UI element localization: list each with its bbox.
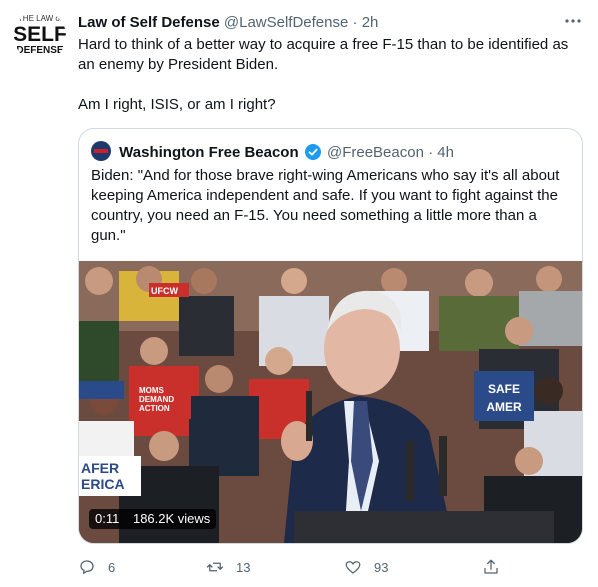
quoted-author-handle[interactable]: @FreeBeacon [327,144,424,161]
reply-button[interactable]: 6 [78,556,115,578]
video-duration: 0:11 [95,511,120,526]
separator: · [428,144,434,161]
reply-count: 6 [108,559,116,575]
video-badge: 0:11 186.2K views [89,509,217,529]
video-views: 186.2K views [132,511,211,526]
svg-text:DEFENSE: DEFENSE [16,45,64,56]
tweet-header: Law of Self Defense @LawSelfDefense · 2h [78,13,584,33]
self-defense-logo: THE LAW of SELF DEFENSE [14,14,66,56]
svg-text:AMER: AMER [486,400,522,414]
video-thumbnail: MOMS DEMAND ACTION UFCW AFER ERICA SAFE … [79,261,582,543]
svg-text:ERICA: ERICA [81,476,125,492]
tweet[interactable]: THE LAW of SELF DEFENSE Law of Self Defe… [0,0,598,587]
reply-icon [80,560,94,575]
svg-text:SAFE: SAFE [488,382,520,396]
like-button[interactable]: 93 [344,556,388,578]
author-handle[interactable]: @LawSelfDefense [224,14,348,31]
retweet-icon [206,562,224,572]
svg-text:MOMS: MOMS [139,386,165,395]
svg-text:THE LAW of: THE LAW of [18,14,63,23]
retweet-button[interactable]: 13 [206,556,250,578]
svg-text:UFCW: UFCW [151,286,178,296]
verified-icon [304,144,321,160]
tweet-text-line2: Am I right, ISIS, or am I right? [78,96,276,113]
quoted-author-avatar[interactable] [91,141,111,161]
quoted-author-name[interactable]: Washington Free Beacon [119,144,298,161]
svg-text:DEMAND: DEMAND [139,395,174,404]
action-bar: 6 13 93 [78,556,508,578]
svg-text:ACTION: ACTION [139,404,170,413]
tweet-text-line1: Hard to think of a better way to acquire… [78,36,569,73]
quoted-tweet-text: Biden: "And for those brave right-wing A… [91,167,560,244]
tweet-time[interactable]: 2h [362,14,379,31]
more-icon[interactable] [562,12,584,34]
svg-text:SELF: SELF [14,23,66,46]
author-avatar[interactable]: THE LAW of SELF DEFENSE [14,10,66,62]
tweet-text: Hard to think of a better way to acquire… [78,35,588,115]
svg-text:AFER: AFER [81,460,119,476]
like-count: 93 [374,559,389,575]
quoted-tweet[interactable]: Washington Free Beacon @FreeBeacon · 4h … [78,128,583,544]
quoted-tweet-time[interactable]: 4h [437,144,454,161]
retweet-count: 13 [236,559,251,575]
share-button[interactable] [482,556,512,578]
like-icon [345,561,361,574]
author-name[interactable]: Law of Self Defense [78,14,220,31]
quoted-tweet-header: Washington Free Beacon @FreeBeacon · 4h [91,141,570,161]
separator: · [352,14,358,31]
share-icon [484,559,498,574]
video-player[interactable]: MOMS DEMAND ACTION UFCW AFER ERICA SAFE … [79,261,582,543]
